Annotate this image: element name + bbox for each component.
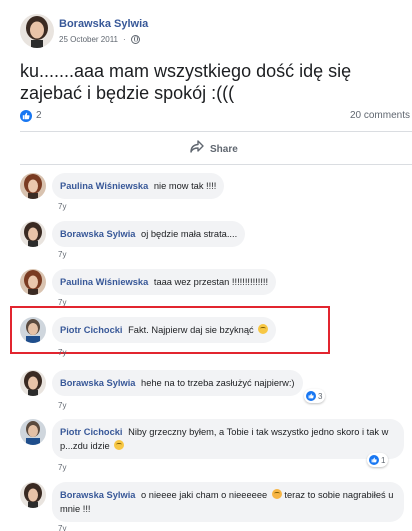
comment-bubble: Borawska Sylwia hehe na to trzeba zasłuż… (52, 370, 303, 396)
comment-like-count[interactable]: 1 (367, 453, 389, 467)
comment-bubble: Borawska Sylwia oj będzie mała strata...… (52, 221, 246, 247)
comment-author[interactable]: Borawska Sylwia (60, 378, 135, 388)
divider (20, 131, 412, 132)
share-label: Share (210, 143, 238, 155)
comments-count[interactable]: 20 comments (350, 110, 410, 121)
comment-text: Fakt. Najpierw daj sie bzyknąć (128, 325, 254, 335)
comment-time[interactable]: 7y (58, 401, 66, 410)
smile-emoji-icon (258, 324, 269, 334)
post-meta: 25 October 2011 · (59, 35, 140, 44)
comment-author[interactable]: Borawska Sylwia (60, 229, 135, 239)
commenter-avatar[interactable] (20, 269, 46, 295)
comment-like-count[interactable]: 3 (304, 389, 326, 403)
comment-time[interactable]: 7y (58, 348, 66, 357)
comment-bubble: Paulina Wiśniewska taaa wez przestan !!!… (52, 269, 277, 295)
post-text: ku.......aaa mam wszystkiego dość idę si… (20, 61, 352, 103)
comment-text: o nieeee jaki cham o nieeeeee (141, 490, 268, 500)
post-header: Borawska Sylwia 25 October 2011 · (20, 14, 400, 50)
like-count[interactable]: 2 (36, 110, 42, 121)
commenter-avatar[interactable] (20, 482, 46, 508)
divider (20, 164, 412, 165)
comment-author[interactable]: Paulina Wiśniewska (60, 277, 148, 287)
reactions-row: 2 20 comments (20, 109, 412, 125)
comment-text: taaa wez przestan !!!!!!!!!!!!!! (153, 277, 269, 287)
comment-author[interactable]: Piotr Cichocki (60, 325, 123, 335)
comment-time[interactable]: 7y (58, 463, 66, 472)
post-date[interactable]: 25 October 2011 (59, 35, 118, 44)
like-reaction-icon[interactable] (20, 110, 32, 122)
sad-emoji-icon (271, 489, 282, 499)
comment-bubble: Piotr Cichocki Niby grzeczny byłem, a To… (52, 419, 404, 459)
globe-icon (130, 35, 140, 44)
comment-author[interactable]: Piotr Cichocki (60, 427, 123, 437)
commenter-avatar[interactable] (20, 419, 46, 445)
post-author-name[interactable]: Borawska Sylwia (59, 18, 148, 30)
comment-text: oj będzie mała strata.... (141, 229, 238, 239)
commenter-avatar[interactable] (20, 221, 46, 247)
share-icon (190, 140, 204, 158)
comment-time[interactable]: 7y (58, 250, 66, 259)
commenter-avatar[interactable] (20, 317, 46, 343)
comment-author[interactable]: Borawska Sylwia (60, 490, 135, 500)
comment-text: hehe na to trzeba zasłużyć najpierw:) (141, 378, 295, 388)
author-avatar[interactable] (20, 14, 54, 48)
like-reaction-icon (306, 391, 316, 401)
comment-text: nie mow tak !!!! (153, 181, 217, 191)
comment-bubble: Paulina Wiśniewska nie mow tak !!!! (52, 173, 225, 199)
comment-bubble: Piotr Cichocki Fakt. Najpierw daj sie bz… (52, 317, 277, 343)
comment-time[interactable]: 7y (58, 524, 66, 531)
smile-emoji-icon (114, 440, 125, 450)
like-reaction-icon (369, 455, 379, 465)
share-button[interactable]: Share (190, 140, 238, 158)
comment-time[interactable]: 7y (58, 202, 66, 211)
commenter-avatar[interactable] (20, 173, 46, 199)
commenter-avatar[interactable] (20, 370, 46, 396)
comment-author[interactable]: Paulina Wiśniewska (60, 181, 148, 191)
comment-bubble: Borawska Sylwia o nieeee jaki cham o nie… (52, 482, 404, 522)
